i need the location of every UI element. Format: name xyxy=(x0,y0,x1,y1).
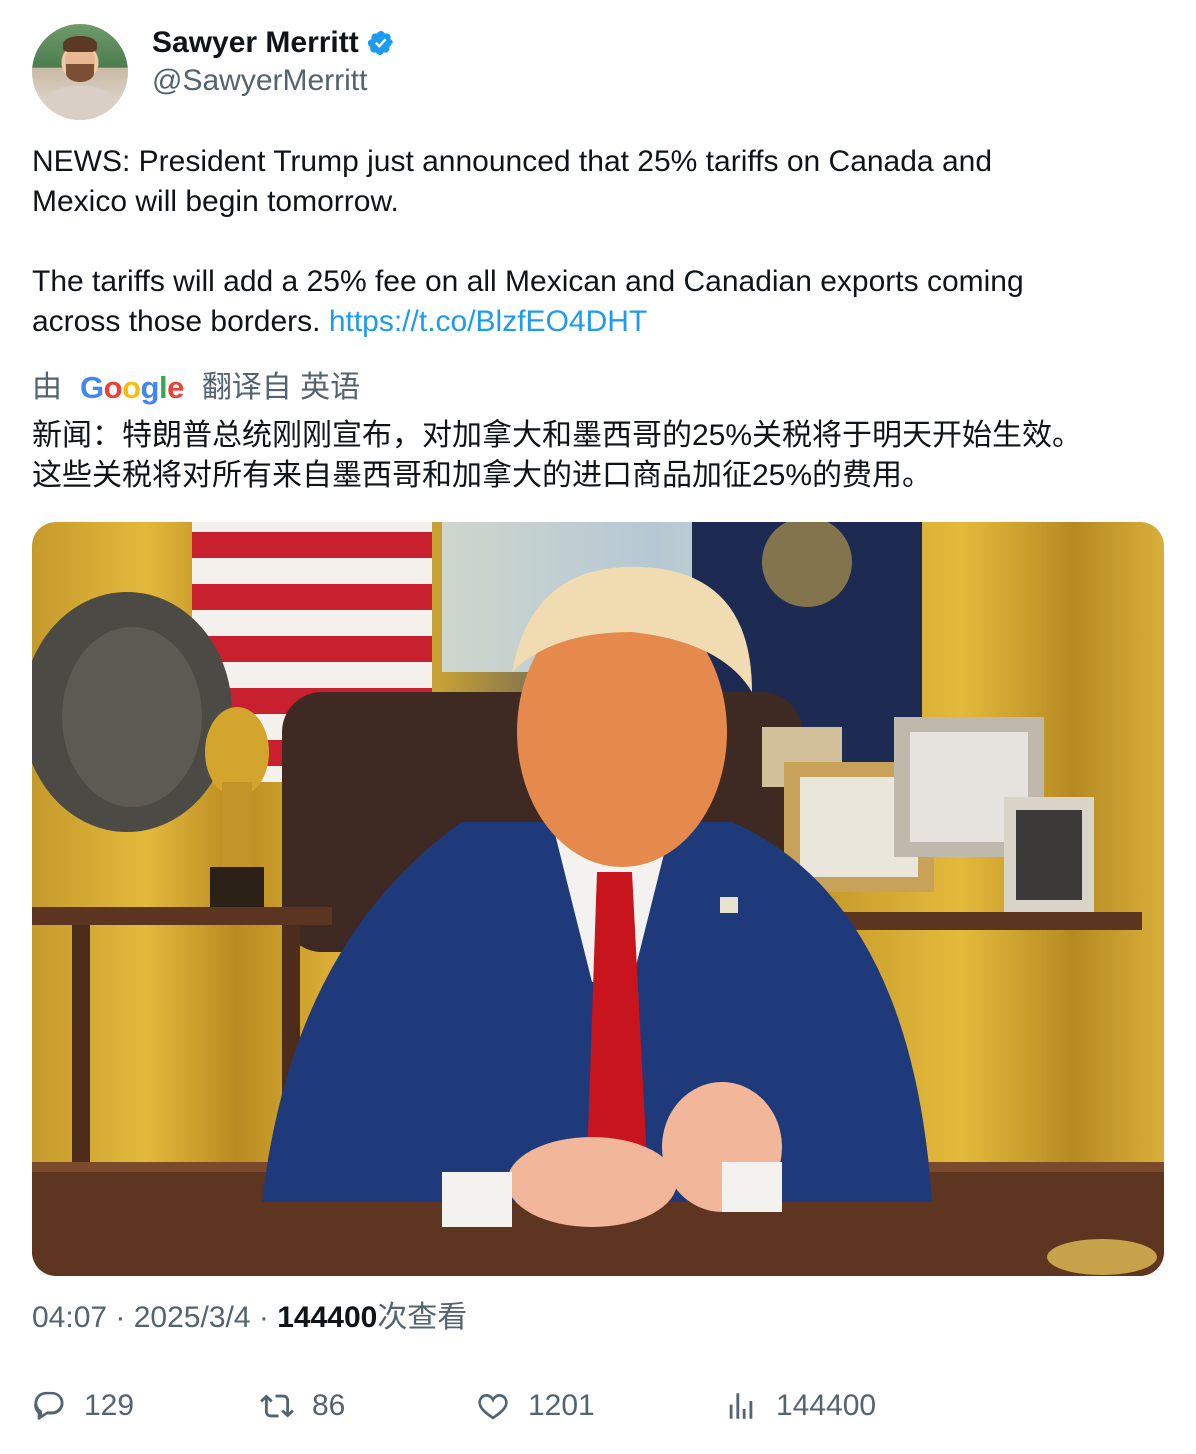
views-button[interactable]: 144400 xyxy=(724,1386,876,1426)
google-logo-icon: Google xyxy=(80,370,184,405)
tweet-photo[interactable] xyxy=(32,522,1164,1276)
author-handle[interactable]: @SawyerMerritt xyxy=(152,64,367,98)
like-button[interactable]: 1201 xyxy=(476,1386,595,1426)
avatar-shirt xyxy=(46,86,114,120)
tweet-link[interactable]: https://t.co/BlzfEO4DHT xyxy=(329,305,647,338)
like-count: 1201 xyxy=(528,1389,595,1422)
author-name-text[interactable]: Sawyer Merritt xyxy=(152,26,359,60)
translated-text: 新闻：特朗普总统刚刚宣布，对加拿大和墨西哥的25%关税将于明天开始生效。 这些关… xyxy=(32,419,1083,492)
meta-separator: · xyxy=(107,1301,134,1334)
view-count-suffix: 次查看 xyxy=(377,1301,468,1334)
reply-count: 129 xyxy=(84,1389,135,1422)
tweet-time[interactable]: 04:07 xyxy=(32,1301,107,1334)
like-icon xyxy=(478,1393,508,1420)
tweet-date[interactable]: 2025/3/4 xyxy=(134,1301,251,1334)
translation-prefix: 由 xyxy=(32,371,62,404)
action-bar: 129 86 1201 144400 xyxy=(32,1386,1164,1426)
translation-label: 翻译自 英语 xyxy=(201,371,361,404)
retweet-count: 86 xyxy=(312,1389,346,1422)
avatar[interactable] xyxy=(32,24,128,120)
tweet-text: NEWS: President Trump just announced tha… xyxy=(32,142,1162,342)
meta-separator: · xyxy=(250,1301,278,1334)
reply-icon xyxy=(34,1391,64,1420)
reply-button[interactable]: 129 xyxy=(32,1386,134,1426)
view-count: 144400 xyxy=(277,1301,378,1334)
avatar-beard xyxy=(66,64,94,82)
retweet-button[interactable]: 86 xyxy=(260,1386,345,1426)
tweet-meta: 04:07 · 2025/3/4 · 144400次查看 xyxy=(32,1300,467,1336)
views-icon xyxy=(729,1393,753,1419)
author-name[interactable]: Sawyer Merritt xyxy=(152,26,395,60)
photo-illustration xyxy=(32,522,1164,1276)
verified-badge-icon xyxy=(367,31,393,55)
retweet-icon xyxy=(260,1394,294,1418)
views-count: 144400 xyxy=(776,1389,877,1422)
translation-attribution: 由 Google 翻译自 英语 xyxy=(32,368,360,408)
avatar-hair xyxy=(63,36,97,52)
